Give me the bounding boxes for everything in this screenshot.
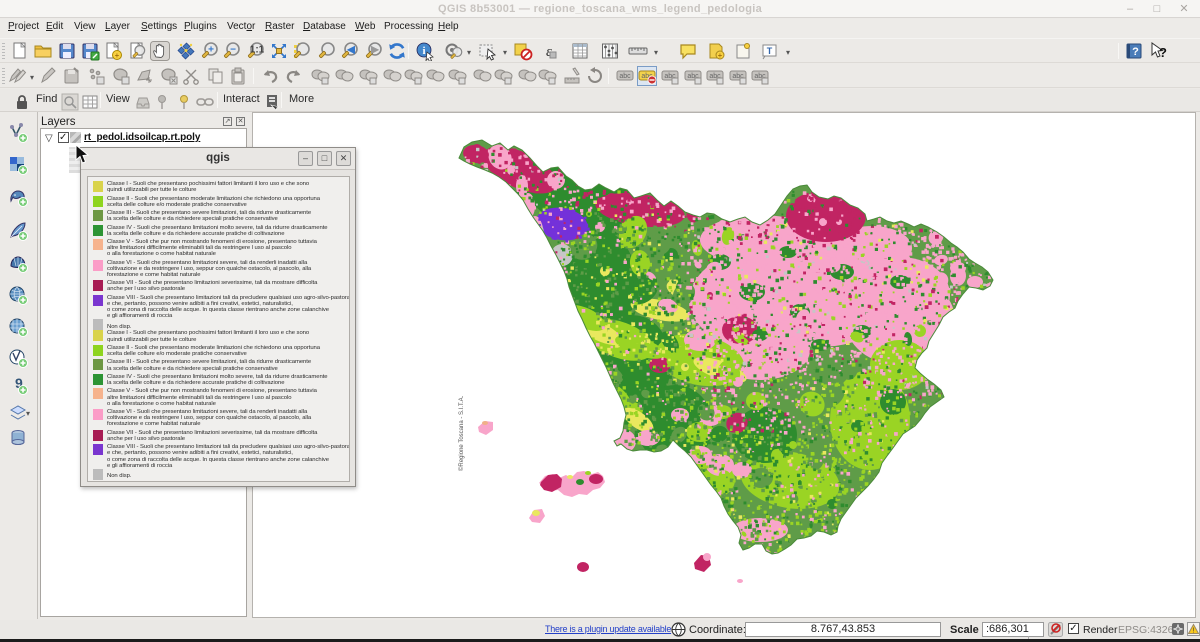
svg-text:+: + [718, 51, 723, 60]
svg-text:i: i [422, 45, 425, 57]
svg-text:T: T [767, 46, 773, 56]
svg-text:!: ! [1193, 628, 1195, 635]
svg-text:+: + [208, 45, 214, 56]
svg-text:▶: ▶ [370, 45, 380, 56]
svg-text:◀: ◀ [346, 45, 355, 56]
svg-text:+: + [115, 51, 120, 60]
svg-text:?: ? [1132, 46, 1139, 58]
svg-text:1:1: 1:1 [250, 45, 265, 56]
svg-text:abc: abc [619, 73, 631, 80]
svg-text:?: ? [1159, 45, 1167, 60]
svg-text:−: − [230, 45, 236, 56]
